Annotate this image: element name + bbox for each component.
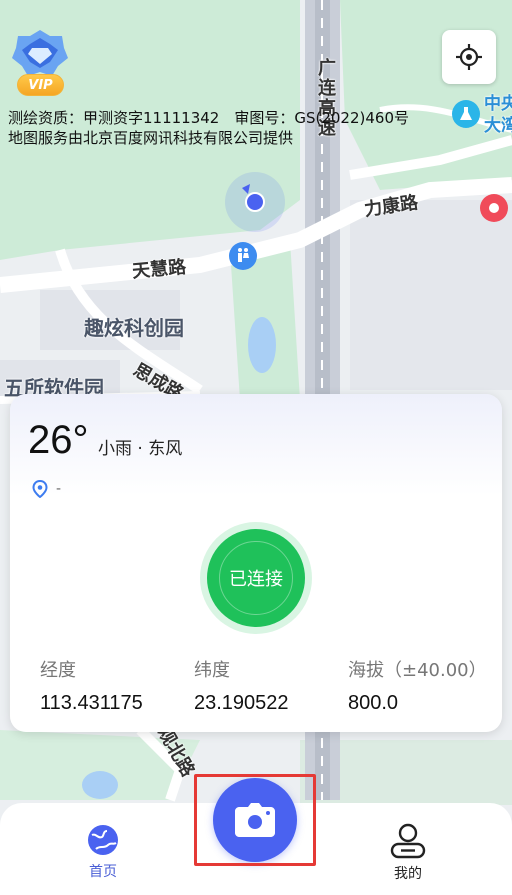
altitude-value: 800.0 (348, 692, 399, 714)
user-icon (390, 823, 426, 859)
nav-home[interactable]: 首页 (73, 823, 133, 881)
location-row: - (32, 480, 61, 498)
latitude-value: 23.190522 (194, 692, 289, 714)
globe-icon (88, 825, 118, 855)
longitude-stat: 经度 113.431175 (40, 656, 143, 715)
vip-label: VIP (17, 74, 64, 96)
poi-label-partial: 中央大湾 (484, 94, 512, 136)
crosshair-icon (456, 44, 482, 70)
map-attribution: 测绘资质：甲测资字11111342 审图号：GS(2022)460号 地图服务由… (8, 108, 428, 148)
nav-mine[interactable]: 我的 (378, 823, 438, 883)
latitude-label: 纬度 (194, 660, 230, 681)
location-card: 26° 小雨 · 东风 - 已连接 经度 113.431175 纬度 23.19… (10, 394, 502, 732)
longitude-label: 经度 (40, 660, 76, 681)
altitude-label: 海拔（±40.00） (348, 660, 487, 681)
location-text: - (56, 481, 62, 497)
connect-status-ring: 已连接 (200, 522, 312, 634)
connect-status-button[interactable]: 已连接 (207, 529, 305, 627)
nav-home-label: 首页 (89, 864, 117, 880)
diamond-vip-icon (12, 30, 68, 76)
park-label-quxuan: 趣炫科创园 (84, 316, 184, 340)
connect-status-label: 已连接 (229, 569, 283, 590)
toilet-icon[interactable] (229, 242, 257, 270)
vip-badge[interactable]: VIP (10, 28, 70, 96)
altitude-stat: 海拔（±40.00） 800.0 (348, 656, 487, 715)
flask-icon[interactable] (452, 100, 480, 128)
longitude-value: 113.431175 (40, 692, 143, 714)
camera-highlight-box (194, 774, 316, 866)
temperature: 26° (28, 418, 89, 462)
latitude-stat: 纬度 23.190522 (194, 656, 289, 715)
locate-button[interactable] (442, 30, 496, 84)
provider-info-text: 地图服务由北京百度网讯科技有限公司提供 (8, 129, 294, 147)
nav-mine-label: 我的 (394, 866, 422, 882)
weather-description: 小雨 · 东风 (98, 439, 183, 459)
location-pin-icon (32, 480, 48, 498)
road-label-tianhui: 天慧路 (131, 256, 187, 283)
survey-info-text: 测绘资质：甲测资字11111342 审图号：GS(2022)460号 (8, 109, 410, 127)
